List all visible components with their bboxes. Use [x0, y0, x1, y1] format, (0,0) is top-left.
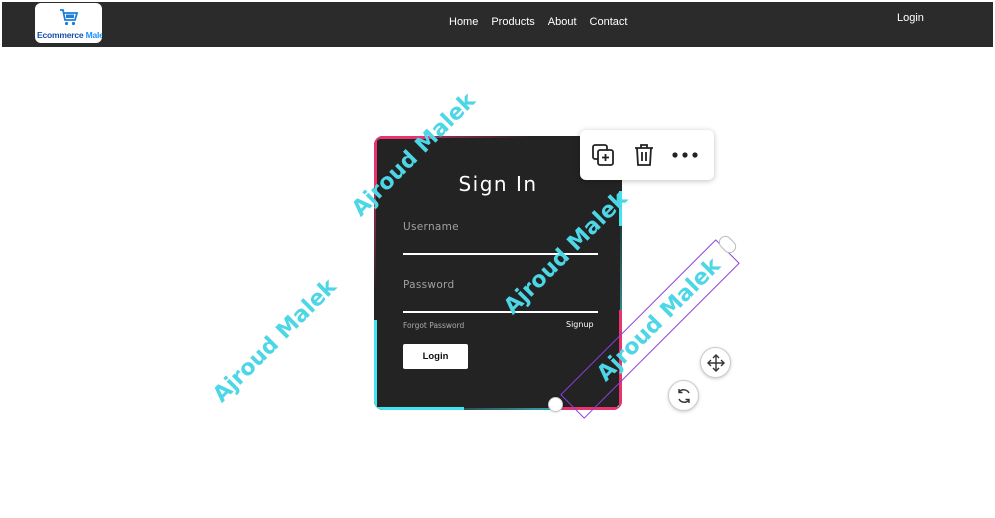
username-label: Username: [403, 221, 459, 233]
trash-icon: [634, 144, 653, 166]
nav-links: Home Products About Contact: [449, 5, 640, 38]
more-icon: [672, 152, 698, 158]
duplicate-button[interactable]: [591, 142, 616, 168]
nav-login-link[interactable]: Login: [897, 12, 924, 24]
card-accent-edge: [374, 407, 464, 410]
forgot-password-link[interactable]: Forgot Password: [403, 321, 464, 330]
nav-link-about[interactable]: About: [548, 16, 577, 28]
card-accent-edge: [374, 320, 377, 410]
password-underline: [403, 311, 598, 313]
login-button[interactable]: Login: [403, 344, 468, 369]
delete-button[interactable]: [632, 142, 657, 168]
site-logo[interactable]: Ecommerce Malek: [35, 3, 102, 43]
nav-link-home[interactable]: Home: [449, 16, 478, 28]
move-arrows-icon: [706, 353, 725, 372]
top-navbar: Ecommerce Malek Home Products About Cont…: [2, 2, 993, 47]
logo-text-part1: Ecommerce: [37, 30, 84, 40]
duplicate-icon: [592, 144, 615, 166]
more-options-button[interactable]: [672, 142, 698, 168]
signup-link[interactable]: Signup: [566, 320, 594, 329]
app-root: Ecommerce Malek Home Products About Cont…: [0, 0, 995, 518]
rotate-button[interactable]: [668, 380, 699, 411]
password-label: Password: [403, 279, 455, 291]
rotate-icon: [677, 388, 690, 403]
watermark-text: Ajroud Malek: [208, 274, 342, 408]
shopping-cart-icon: [60, 9, 79, 26]
resize-handle-bottom[interactable]: [548, 397, 563, 412]
move-button[interactable]: [700, 347, 731, 378]
element-toolbar: [580, 130, 714, 180]
nav-link-products[interactable]: Products: [491, 16, 534, 28]
logo-text-part2: Malek: [85, 30, 102, 40]
logo-text: Ecommerce Malek: [37, 30, 102, 40]
nav-link-contact[interactable]: Contact: [590, 16, 628, 28]
